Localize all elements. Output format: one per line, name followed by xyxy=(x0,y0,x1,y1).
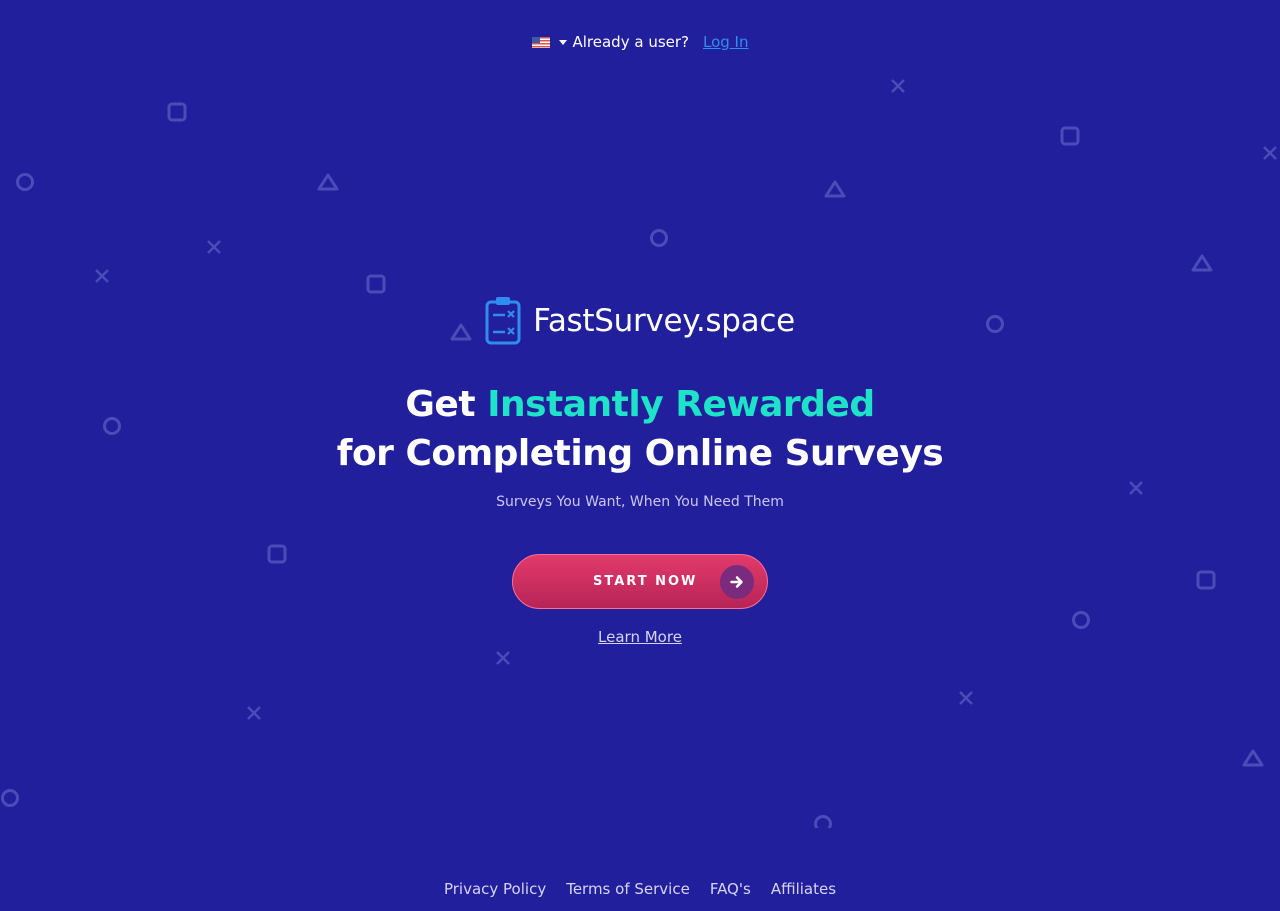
x-decoration-icon xyxy=(242,701,266,725)
login-link[interactable]: Log In xyxy=(703,33,749,51)
hero-subtitle: Surveys You Want, When You Need Them xyxy=(496,494,784,510)
already-user-text: Already a user? xyxy=(572,33,690,51)
footer-link-privacy[interactable]: Privacy Policy xyxy=(444,880,546,898)
x-decoration-icon xyxy=(491,646,515,670)
circle-decoration-icon xyxy=(811,812,835,828)
x-decoration-icon xyxy=(90,264,114,288)
x-decoration-icon xyxy=(886,74,910,98)
circle-decoration-icon xyxy=(0,786,24,810)
footer-links: Privacy Policy Terms of Service FAQ's Af… xyxy=(0,880,1280,898)
hero-headline: Get Instantly Rewarded for Completing On… xyxy=(0,380,1280,478)
triangle-decoration-icon xyxy=(1241,746,1265,770)
circle-decoration-icon xyxy=(647,226,671,250)
headline-accent: Instantly Rewarded xyxy=(487,384,875,425)
square-decoration-icon xyxy=(165,100,189,124)
arrow-right-icon xyxy=(720,564,754,599)
footer-link-affiliates[interactable]: Affiliates xyxy=(771,880,836,898)
us-flag-icon xyxy=(531,36,550,48)
triangle-decoration-icon xyxy=(316,170,340,194)
caret-down-icon xyxy=(558,39,567,45)
language-selector[interactable] xyxy=(531,36,567,48)
circle-decoration-icon xyxy=(13,170,37,194)
footer-link-faq[interactable]: FAQ's xyxy=(710,880,751,898)
brand-logo[interactable]: FastSurvey.space xyxy=(0,296,1280,346)
footer-link-terms[interactable]: Terms of Service xyxy=(566,880,690,898)
x-decoration-icon xyxy=(202,235,226,259)
x-decoration-icon xyxy=(1256,141,1280,165)
square-decoration-icon xyxy=(1058,124,1082,148)
square-decoration-icon xyxy=(265,542,289,566)
x-decoration-icon xyxy=(954,686,978,710)
start-now-label: START NOW xyxy=(593,574,698,589)
headline-prefix: Get xyxy=(405,384,488,425)
learn-more-container: Learn More xyxy=(0,628,1280,646)
headline-line-2: for Completing Online Surveys xyxy=(336,433,944,474)
square-decoration-icon xyxy=(1194,568,1218,592)
landing-page: Already a user? Log In FastSurvey.space … xyxy=(0,0,1280,911)
triangle-decoration-icon xyxy=(823,177,847,201)
brand-name: FastSurvey.space xyxy=(533,303,795,339)
clipboard-icon xyxy=(485,297,521,345)
headline-line-1: Get Instantly Rewarded xyxy=(0,380,1280,429)
start-now-button[interactable]: START NOW xyxy=(512,554,768,609)
square-decoration-icon xyxy=(364,272,388,296)
triangle-decoration-icon xyxy=(1190,251,1214,275)
top-bar: Already a user? Log In xyxy=(0,30,1280,54)
learn-more-link[interactable]: Learn More xyxy=(598,628,682,646)
